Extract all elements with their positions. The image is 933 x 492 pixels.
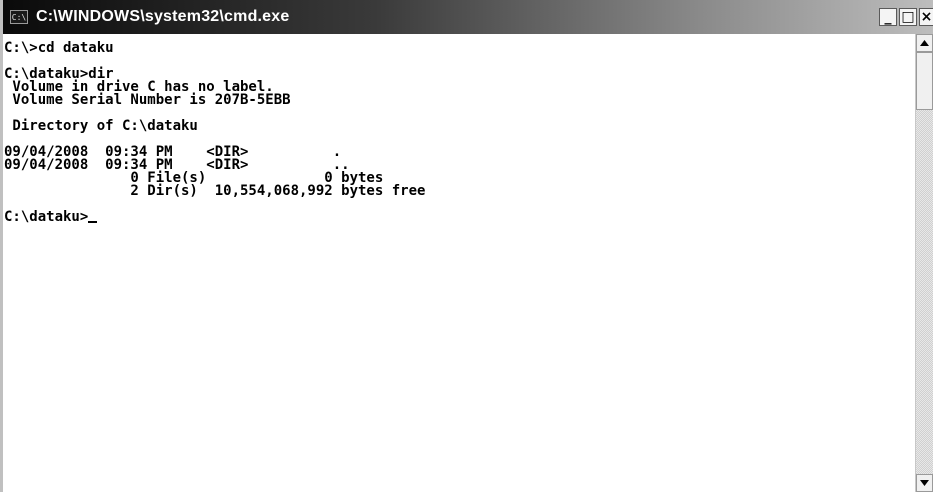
console-line: C:\>cd dataku	[4, 40, 114, 56]
cmd-window: C:\ C:\WINDOWS\system32\cmd.exe _ □ × C:…	[0, 0, 933, 492]
prompt-line[interactable]: C:\dataku>	[4, 209, 915, 225]
minimize-button[interactable]: _	[879, 8, 897, 26]
vertical-scrollbar[interactable]	[915, 34, 933, 492]
console-icon[interactable]: C:\	[10, 10, 28, 24]
maximize-button[interactable]: □	[899, 8, 917, 26]
close-button[interactable]: ×	[919, 8, 933, 26]
console-line: Volume Serial Number is 207B-5EBB	[4, 92, 291, 108]
console-line: Directory of C:\dataku	[4, 118, 198, 134]
console-output[interactable]: C:\>cd dataku C:\dataku>dir Volume in dr…	[3, 34, 915, 492]
console-line: 2 Dir(s) 10,554,068,992 bytes free	[4, 183, 426, 199]
window-controls: _ □ ×	[877, 8, 933, 26]
title-bar[interactable]: C:\ C:\WINDOWS\system32\cmd.exe _ □ ×	[3, 0, 933, 34]
scroll-thumb[interactable]	[916, 52, 933, 110]
arrow-down-icon	[920, 480, 929, 486]
prompt-text: C:\dataku>	[4, 209, 89, 225]
scroll-up-button[interactable]	[916, 34, 933, 52]
scroll-down-button[interactable]	[916, 474, 933, 492]
window-title: C:\WINDOWS\system32\cmd.exe	[36, 8, 290, 25]
arrow-up-icon	[920, 40, 929, 46]
text-cursor	[88, 221, 98, 223]
